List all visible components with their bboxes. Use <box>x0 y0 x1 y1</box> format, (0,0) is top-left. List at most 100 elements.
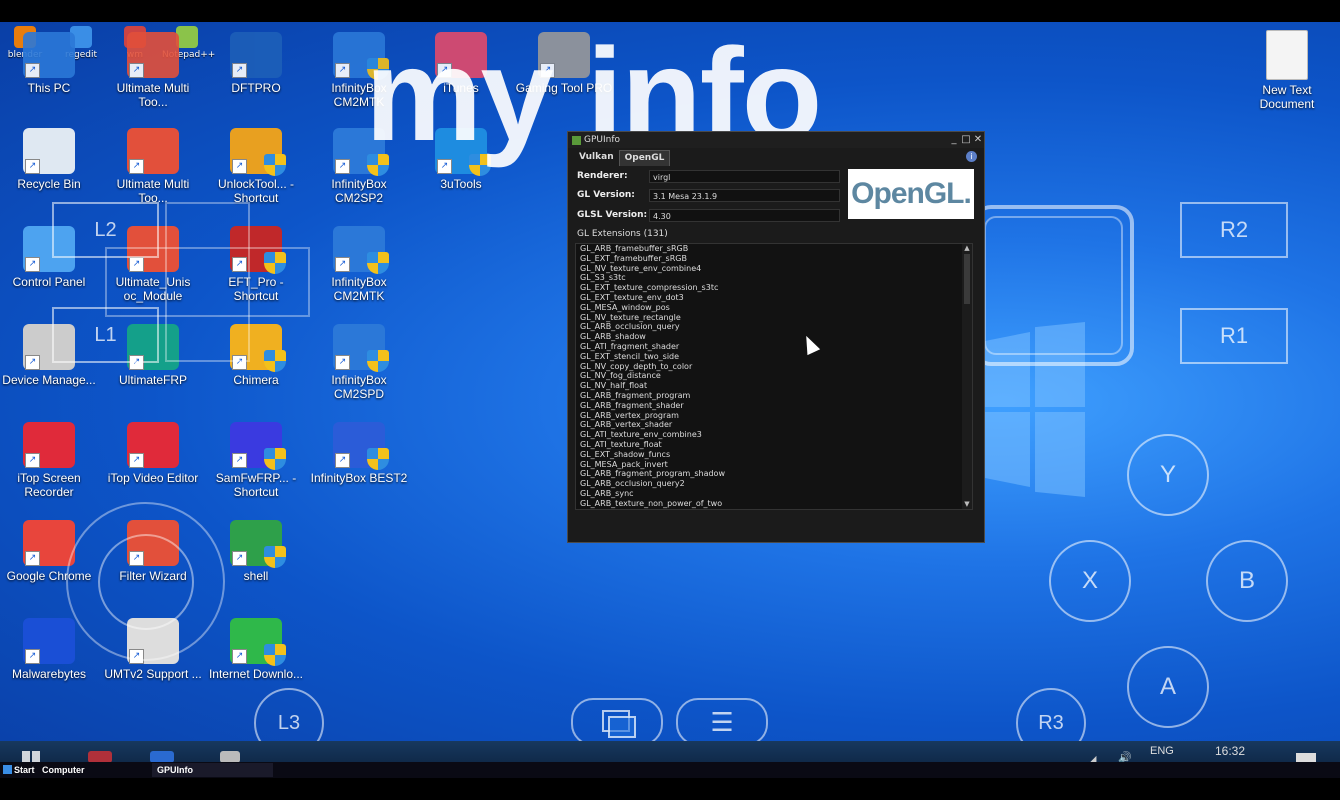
extension-item[interactable]: GL_ARB_shadow <box>576 332 972 342</box>
tab-opengl[interactable]: OpenGL <box>618 150 671 166</box>
extension-item[interactable]: GL_EXT_framebuffer_sRGB <box>576 254 972 264</box>
extension-item[interactable]: GL_ARB_vertex_program <box>576 411 972 421</box>
desktop-shortcut[interactable]: ↗ iTop Video Editor <box>104 422 202 485</box>
desktop-shortcut-label: DFTPRO <box>231 81 281 95</box>
uac-shield-icon <box>264 154 286 176</box>
clock[interactable]: 16:32 <box>1215 744 1245 758</box>
x-button[interactable]: X <box>1049 540 1131 622</box>
opengl-logo-text: OpenGL. <box>851 177 972 210</box>
desktop-shortcut-label: Recycle Bin <box>17 177 81 191</box>
new-text-document-shortcut[interactable]: New Text Document <box>1238 30 1336 111</box>
b-button[interactable]: B <box>1206 540 1288 622</box>
gpuinfo-window[interactable]: GPUInfo _ □ ✕ Vulkan OpenGL i Renderer: … <box>567 131 985 543</box>
language-indicator[interactable]: ENG <box>1150 745 1174 757</box>
extension-item[interactable]: GL_EXT_texture_compression_s3tc <box>576 283 972 293</box>
extension-item[interactable]: GL_EXT_texture_env_dot3 <box>576 293 972 303</box>
taskbar-gpuinfo[interactable]: GPUInfo <box>152 763 273 777</box>
extension-item[interactable]: GL_S3_s3tc <box>576 273 972 283</box>
extension-item[interactable]: GL_ARB_vertex_shader <box>576 420 972 430</box>
scroll-thumb[interactable] <box>964 254 970 304</box>
scroll-up-icon[interactable]: ▲ <box>962 244 972 253</box>
uac-shield-icon <box>264 644 286 666</box>
minimize-icon[interactable]: _ <box>948 132 960 148</box>
gpuinfo-titlebar[interactable]: GPUInfo _ □ ✕ <box>568 132 984 148</box>
extension-item[interactable]: GL_NV_texture_rectangle <box>576 313 972 323</box>
left-joystick[interactable] <box>66 502 225 661</box>
desktop-shortcut[interactable]: ↗ Ultimate Multi Too... <box>104 128 202 205</box>
desktop-shortcut[interactable]: ↗ UnlockTool... - Shortcut <box>207 128 305 205</box>
new-text-document-label: New Text Document <box>1259 83 1315 111</box>
desktop-shortcut[interactable]: ↗ InfinityBox CM2MTK <box>310 226 408 303</box>
desktop-shortcut[interactable]: ↗ DFTPRO <box>207 32 305 95</box>
extension-item[interactable]: GL_ARB_occlusion_query <box>576 322 972 332</box>
desktop-shortcut-label: This PC <box>27 81 71 95</box>
extension-item[interactable]: GL_ARB_occlusion_query2 <box>576 479 972 489</box>
right-touchpad[interactable] <box>973 205 1134 366</box>
gpuinfo-title: GPUInfo <box>584 135 621 145</box>
shortcut-arrow-icon: ↗ <box>129 159 144 174</box>
extension-item[interactable]: GL_ARB_fragment_program_shadow <box>576 469 972 479</box>
desktop-shortcut[interactable]: ↗ iTop Screen Recorder <box>0 422 98 499</box>
dpad[interactable] <box>105 202 310 362</box>
gl-version-field[interactable]: 3.1 Mesa 23.1.9 <box>649 189 840 202</box>
shortcut-arrow-icon: ↗ <box>232 551 247 566</box>
desktop-shortcut-label: iTop Screen Recorder <box>17 471 81 499</box>
opengl-logo: OpenGL. <box>848 169 974 219</box>
extension-item[interactable]: GL_ATI_texture_float <box>576 440 972 450</box>
desktop-shortcut[interactable]: ↗ Internet Downlo... <box>207 618 305 681</box>
r1-button[interactable]: R1 <box>1180 308 1288 364</box>
extension-item[interactable]: GL_NV_copy_depth_to_color <box>576 362 972 372</box>
extensions-scrollbar[interactable]: ▲ ▼ <box>962 244 972 509</box>
extension-item[interactable]: GL_EXT_shadow_funcs <box>576 450 972 460</box>
extension-item[interactable]: GL_ATI_fragment_shader <box>576 342 972 352</box>
desktop-shortcut[interactable]: ↗ InfinityBox CM2SPD <box>310 324 408 401</box>
desktop-shortcut[interactable]: ↗ Ultimate Multi Too... <box>104 32 202 109</box>
extension-item[interactable]: GL_NV_fog_distance <box>576 371 972 381</box>
view-button[interactable] <box>571 698 663 746</box>
desktop-shortcut-label: UMTv2 Support ... <box>104 667 202 681</box>
chrome-icon: ↗ <box>23 520 75 566</box>
shortcut-arrow-icon: ↗ <box>25 649 40 664</box>
extensions-label: GL Extensions (131) <box>577 229 668 239</box>
r2-button[interactable]: R2 <box>1180 202 1288 258</box>
maximize-icon[interactable]: □ <box>960 132 972 148</box>
r2-label: R2 <box>1219 217 1249 242</box>
ultimate-multi-tool-icon: ↗ <box>127 128 179 174</box>
itop-recorder-icon: ↗ <box>23 422 75 468</box>
desktop-shortcut[interactable]: ↗ InfinityBox BEST2 <box>310 422 408 485</box>
extensions-list[interactable]: GL_ARB_framebuffer_sRGB GL_EXT_framebuffe… <box>575 243 973 510</box>
extension-item[interactable]: GL_EXT_stencil_two_side <box>576 352 972 362</box>
extension-item[interactable]: GL_ARB_framebuffer_sRGB <box>576 244 972 254</box>
infinitybox-icon: ↗ <box>333 226 389 274</box>
desktop-shortcut[interactable]: ↗ SamFwFRP... - Shortcut <box>207 422 305 499</box>
glsl-version-field[interactable]: 4.30 <box>649 209 840 222</box>
scroll-down-icon[interactable]: ▼ <box>962 500 972 509</box>
desktop-shortcut-label: InfinityBox BEST2 <box>310 471 408 485</box>
ultimate-multi-tool-icon: ↗ <box>127 32 179 78</box>
desktop-shortcut-label: iTop Video Editor <box>107 471 199 485</box>
extension-item[interactable]: GL_MESA_pack_invert <box>576 460 972 470</box>
desktop-shortcut[interactable]: ↗ This PC <box>0 32 98 95</box>
tab-vulkan[interactable]: Vulkan <box>574 150 619 166</box>
l3-label: L3 <box>277 711 301 734</box>
extension-item[interactable]: GL_ARB_fragment_program <box>576 391 972 401</box>
renderer-label: Renderer: <box>577 171 628 181</box>
info-icon[interactable]: i <box>966 151 977 162</box>
shortcut-arrow-icon: ↗ <box>25 257 40 272</box>
taskbar-computer[interactable]: Computer <box>42 763 85 777</box>
close-icon[interactable]: ✕ <box>972 132 984 148</box>
a-label: A <box>1159 673 1176 700</box>
start-button[interactable]: Start <box>3 763 35 777</box>
extension-item[interactable]: GL_NV_half_float <box>576 381 972 391</box>
extension-item[interactable]: GL_NV_texture_env_combine4 <box>576 264 972 274</box>
a-button[interactable]: A <box>1127 646 1209 728</box>
renderer-field[interactable]: virgl <box>649 170 840 183</box>
extension-item[interactable]: GL_ARB_texture_non_power_of_two <box>576 499 972 509</box>
menu-button[interactable]: ☰ <box>676 698 768 746</box>
extension-item[interactable]: GL_MESA_window_pos <box>576 303 972 313</box>
extension-item[interactable]: GL_ATI_texture_env_combine3 <box>576 430 972 440</box>
desktop-shortcut[interactable]: ↗ Recycle Bin <box>0 128 98 191</box>
extension-item[interactable]: GL_ARB_sync <box>576 489 972 499</box>
extension-item[interactable]: GL_ARB_fragment_shader <box>576 401 972 411</box>
y-button[interactable]: Y <box>1127 434 1209 516</box>
